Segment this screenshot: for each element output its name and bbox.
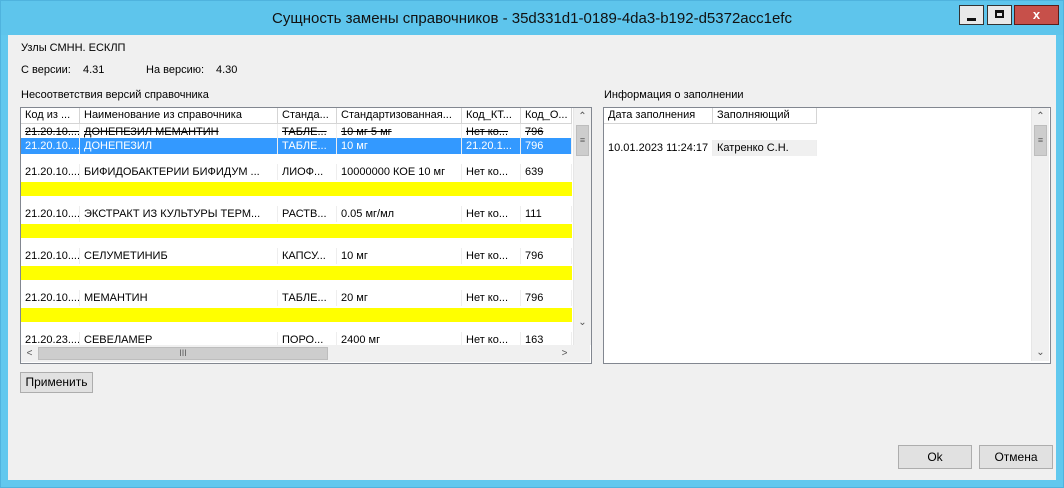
cell-std-form: ЛИОФ... [278, 164, 337, 180]
cell-code-kt: Нет ко... [462, 248, 521, 264]
cell-std-dose: 10000000 КОЕ 10 мг [337, 164, 462, 180]
grip-icon: ≡ [579, 135, 586, 145]
from-version-label: С версии: [21, 64, 71, 76]
title-bar[interactable]: Сущность замены справочников - 35d331d1-… [1, 1, 1063, 35]
scroll-up-arrow-icon[interactable]: ⌃ [1032, 108, 1049, 125]
maximize-button[interactable] [987, 5, 1012, 25]
cell-std-form: ТАБЛЕ... [278, 290, 337, 306]
cell-std-form: КАПСУ... [278, 248, 337, 264]
highlight-band [21, 182, 572, 196]
cell-code: 21.20.10.... [21, 164, 80, 180]
cell-code-kt: Нет ко... [462, 290, 521, 306]
cell-std-form: РАСТВ... [278, 206, 337, 222]
cell-fill-date: 10.01.2023 11:24:17 [604, 140, 713, 156]
grip-icon: ≡ [1037, 135, 1044, 145]
table-row[interactable]: 21.20.10.... БИФИДОБАКТЕРИИ БИФИДУМ ... … [21, 164, 572, 180]
cell-std-dose: 10 мг [337, 248, 462, 264]
cell-std-dose: 0.05 мг/мл [337, 206, 462, 222]
column-header-std-dose[interactable]: Стандартизованная... [337, 108, 462, 124]
table-row[interactable]: 10.01.2023 11:24:17 Катренко С.Н. [604, 140, 817, 156]
apply-button[interactable]: Применить [20, 372, 93, 393]
minimize-button[interactable] [959, 5, 984, 25]
ok-button[interactable]: Ok [898, 445, 972, 469]
cell-code: 21.20.10.... [21, 138, 80, 154]
table-row-selected[interactable]: 21.20.10.... ДОНЕПЕЗИЛ ТАБЛЕ... 10 мг 21… [21, 138, 572, 154]
cell-name: ДОНЕПЕЗИЛ [80, 138, 278, 154]
scroll-down-arrow-icon[interactable]: ⌄ [574, 314, 591, 331]
column-header-filler[interactable]: Заполняющий [713, 108, 817, 124]
cell-code: 21.20.10.... [21, 206, 80, 222]
mismatches-label: Несоответствия версий справочника [21, 89, 209, 101]
cell-code-o: 796 [521, 138, 572, 154]
column-header-name[interactable]: Наименование из справочника [80, 108, 278, 124]
cell-name: СЕЛУМЕТИНИБ [80, 248, 278, 264]
cell-code: 21.20.10.... [21, 248, 80, 264]
cell-code-kt: Нет ко... [462, 164, 521, 180]
dialog-window: Сущность замены справочников - 35d331d1-… [0, 0, 1064, 488]
close-button[interactable]: x [1014, 5, 1059, 25]
column-header-code-o[interactable]: Код_О... [521, 108, 572, 124]
cancel-button[interactable]: Отмена [979, 445, 1053, 469]
fill-info-label: Информация о заполнении [604, 89, 744, 101]
fill-info-vertical-scrollbar[interactable]: ⌃ ≡ ⌄ [1031, 108, 1049, 361]
scroll-thumb[interactable]: ≡ [576, 125, 589, 156]
minimize-icon [967, 18, 976, 21]
cell-name: БИФИДОБАКТЕРИИ БИФИДУМ ... [80, 164, 278, 180]
cell-code-o: 111 [521, 206, 572, 222]
scroll-down-arrow-icon[interactable]: ⌄ [1032, 344, 1049, 361]
close-icon: x [1032, 7, 1041, 22]
cell-code-o: 796 [521, 290, 572, 306]
scroll-thumb[interactable]: ≡ [1034, 125, 1047, 156]
maximize-icon [995, 10, 1004, 18]
mismatch-vertical-scrollbar[interactable]: ⌃ ≡ ⌄ [573, 108, 591, 345]
cell-code-kt: 21.20.1... [462, 138, 521, 154]
fill-info-grid[interactable]: Дата заполнения Заполняющий 10.01.2023 1… [603, 107, 1051, 364]
cell-name: МЕМАНТИН [80, 290, 278, 306]
to-version-label: На версию: [146, 64, 205, 76]
mismatch-grid[interactable]: Код из ... Наименование из справочника С… [20, 107, 592, 364]
scroll-thumb[interactable]: III [38, 347, 328, 360]
cell-std-form: ТАБЛЕ... [278, 138, 337, 154]
to-version-value: 4.30 [216, 64, 238, 76]
column-header-std-form[interactable]: Станда... [278, 108, 337, 124]
table-row[interactable]: 21.20.10.... МЕМАНТИН ТАБЛЕ... 20 мг Нет… [21, 290, 572, 306]
cell-std-dose: 10 мг [337, 138, 462, 154]
table-row[interactable]: 21.20.10.... ЭКСТРАКТ ИЗ КУЛЬТУРЫ ТЕРМ..… [21, 206, 572, 222]
window-title: Сущность замены справочников - 35d331d1-… [272, 10, 792, 27]
highlight-band [21, 308, 572, 322]
cell-code-o: 796 [521, 248, 572, 264]
scroll-up-arrow-icon[interactable]: ⌃ [574, 108, 591, 125]
from-version-value: 4.31 [83, 64, 105, 76]
column-header-code[interactable]: Код из ... [21, 108, 80, 124]
cell-filler: Катренко С.Н. [713, 140, 817, 156]
cell-code-o: 639 [521, 164, 572, 180]
dialog-content: Узлы СМНН. ЕСКЛП С версии: 4.31 На верси… [8, 35, 1056, 480]
cell-name: ЭКСТРАКТ ИЗ КУЛЬТУРЫ ТЕРМ... [80, 206, 278, 222]
mismatch-horizontal-scrollbar[interactable]: < III > [21, 345, 590, 362]
cell-std-dose: 20 мг [337, 290, 462, 306]
column-header-code-kt[interactable]: Код_КТ... [462, 108, 521, 124]
scroll-left-arrow-icon[interactable]: < [21, 345, 38, 362]
nodes-label: Узлы СМНН. ЕСКЛП [21, 42, 126, 54]
grip-icon: III [179, 348, 187, 358]
column-header-fill-date[interactable]: Дата заполнения [604, 108, 713, 124]
scroll-right-arrow-icon[interactable]: > [556, 345, 573, 362]
cell-code-kt: Нет ко... [462, 206, 521, 222]
cell-code: 21.20.10.... [21, 290, 80, 306]
highlight-band [21, 224, 572, 238]
table-row[interactable]: 21.20.10.... СЕЛУМЕТИНИБ КАПСУ... 10 мг … [21, 248, 572, 264]
highlight-band [21, 266, 572, 280]
